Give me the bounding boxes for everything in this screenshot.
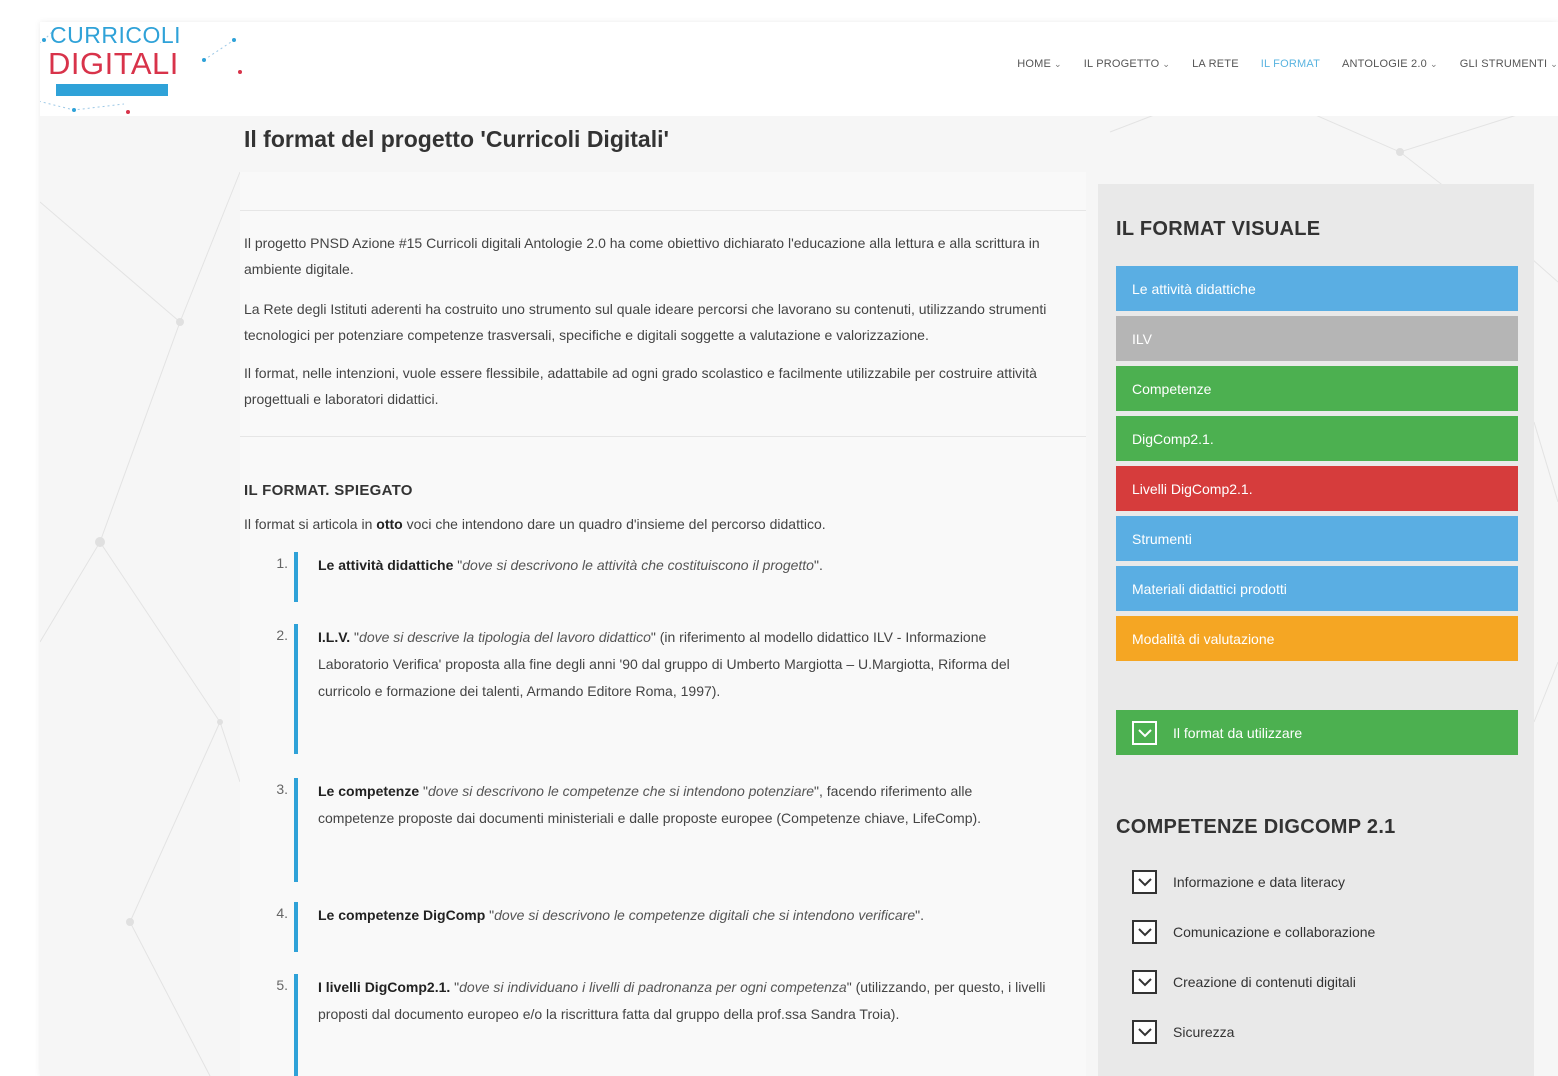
nav-gli-strumenti-label: GLI STRUMENTI bbox=[1459, 58, 1548, 70]
format-list-item: 2. I.L.V. "dove si descrive la tipologia… bbox=[268, 624, 1048, 754]
nav-la-rete-label: LA RETE bbox=[1192, 58, 1239, 70]
item-number: 2. bbox=[276, 627, 288, 643]
item-quote-open: " bbox=[450, 979, 460, 995]
nav-il-format-label: IL FORMAT bbox=[1260, 58, 1320, 70]
item-accent-bar bbox=[294, 552, 298, 602]
item-text: I livelli DigComp2.1. "dove si individua… bbox=[318, 974, 1048, 1076]
item-quote-open: " bbox=[350, 629, 360, 645]
item-number: 3. bbox=[276, 781, 288, 797]
item-quote-open: " bbox=[453, 557, 463, 573]
page-title: Il format del progetto 'Curricoli Digita… bbox=[244, 126, 669, 152]
item-accent-bar bbox=[294, 902, 298, 952]
item-accent-bar bbox=[294, 974, 298, 1076]
chevron-down-icon: ⌄ bbox=[1054, 58, 1062, 69]
competenza-label: Sicurezza bbox=[1173, 1024, 1235, 1040]
competenza-item-comunicazione[interactable]: Comunicazione e collaborazione bbox=[1132, 920, 1375, 944]
format-visuale-title: IL FORMAT VISUALE bbox=[1116, 218, 1321, 240]
intro-paragraph-3: Il format, nelle intenzioni, vuole esser… bbox=[244, 365, 1037, 407]
format-download-label: Il format da utilizzare bbox=[1173, 724, 1303, 741]
item-text: Le competenze "dove si descrivono le com… bbox=[318, 778, 1048, 882]
competenza-item-creazione[interactable]: Creazione di contenuti digitali bbox=[1132, 970, 1356, 994]
nav-gli-strumenti[interactable]: GLI STRUMENTI ⌄ bbox=[1460, 58, 1558, 70]
competenza-item-informazione[interactable]: Informazione e data literacy bbox=[1132, 870, 1345, 894]
format-intro-text: voci che intendono dare un quadro d'insi… bbox=[402, 516, 826, 532]
format-button-livelli[interactable]: Livelli DigComp2.1. bbox=[1116, 466, 1518, 511]
logo-line2: DIGITALI bbox=[48, 46, 179, 81]
chevron-down-icon: ⌄ bbox=[1550, 58, 1558, 69]
chevron-down-icon: ⌄ bbox=[1429, 58, 1438, 69]
format-button-attivita[interactable]: Le attività didattiche bbox=[1116, 266, 1518, 311]
item-description: dove si descrivono le competenze che si … bbox=[428, 783, 815, 799]
format-download-button[interactable]: Il format da utilizzare bbox=[1116, 710, 1518, 755]
item-title: Le attività didattiche bbox=[318, 557, 454, 573]
competenza-label: Informazione e data literacy bbox=[1173, 874, 1345, 890]
competenza-label: Creazione di contenuti digitali bbox=[1173, 974, 1356, 990]
format-list-item: 4. Le competenze DigComp "dove si descri… bbox=[268, 902, 1048, 952]
competenza-label: Comunicazione e collaborazione bbox=[1173, 924, 1376, 940]
format-intro: Il format si articola in otto voci che i… bbox=[244, 516, 826, 532]
divider bbox=[240, 210, 1086, 211]
item-quote-open: " bbox=[419, 783, 428, 799]
nav-la-rete[interactable]: LA RETE bbox=[1192, 58, 1239, 70]
logo-line1: CURRICOLI bbox=[50, 22, 182, 48]
main-nav: HOME ⌄ IL PROGETTO ⌄ LA RETE IL FORMAT ANT… bbox=[1017, 58, 1558, 70]
item-quote-open: " bbox=[485, 907, 495, 923]
format-button-digcomp[interactable]: DigComp2.1. bbox=[1116, 416, 1518, 461]
format-button-valutazione[interactable]: Modalità di valutazione bbox=[1116, 616, 1518, 661]
item-description: dove si descrivono le attività che costi… bbox=[462, 557, 814, 573]
competenze-digcomp-title: COMPETENZE DIGCOMP 2.1 bbox=[1116, 816, 1396, 838]
format-button-strumenti[interactable]: Strumenti bbox=[1116, 516, 1518, 561]
item-description: dove si descrivono le competenze digital… bbox=[494, 907, 916, 923]
item-number: 1. bbox=[276, 555, 288, 571]
chevron-down-icon bbox=[1132, 720, 1157, 745]
chevron-down-icon bbox=[1132, 1020, 1157, 1044]
item-accent-bar bbox=[294, 624, 298, 754]
main-content: Il progetto PNSD Azione #15 Curricoli di… bbox=[240, 172, 1086, 1076]
section-heading: IL FORMAT. SPIEGATO bbox=[244, 482, 413, 499]
nav-antologie-label: ANTOLOGIE 2.0 bbox=[1342, 58, 1427, 70]
logo-tagline-bar bbox=[56, 84, 168, 96]
nav-antologie[interactable]: ANTOLOGIE 2.0 ⌄ bbox=[1342, 58, 1438, 70]
item-title: I.L.V. bbox=[318, 629, 351, 645]
chevron-down-icon bbox=[1132, 870, 1157, 894]
item-description: dove si individuano i livelli di padrona… bbox=[459, 979, 847, 995]
item-detail: ". bbox=[915, 907, 924, 923]
nav-il-format[interactable]: IL FORMAT bbox=[1261, 58, 1320, 70]
nav-home-label: HOME bbox=[1017, 58, 1052, 70]
competenza-item-sicurezza[interactable]: Sicurezza bbox=[1132, 1020, 1234, 1044]
nav-il-progetto-label: IL PROGETTO bbox=[1083, 58, 1160, 70]
item-detail: ". bbox=[813, 557, 823, 573]
intro-paragraph-2: La Rete degli Istituti aderenti ha costr… bbox=[244, 301, 1047, 343]
chevron-down-icon: ⌄ bbox=[1162, 58, 1171, 69]
chevron-down-icon bbox=[1132, 970, 1157, 994]
curricoli-digitali-logo[interactable]: CURRICOLI DIGITALI bbox=[40, 22, 244, 120]
site-header: CURRICOLI DIGITALI HOME ⌄ IL PROGETTO ⌄ LA… bbox=[40, 22, 1558, 116]
item-title: Le competenze bbox=[318, 783, 420, 799]
format-button-ilv[interactable]: ILV bbox=[1116, 316, 1518, 361]
format-intro-bold: otto bbox=[376, 516, 403, 532]
format-intro-text: Il format si articola in bbox=[244, 516, 377, 532]
item-accent-bar bbox=[294, 778, 298, 882]
intro-paragraph-1: Il progetto PNSD Azione #15 Curricoli di… bbox=[244, 235, 1040, 277]
nav-il-progetto[interactable]: IL PROGETTO ⌄ bbox=[1084, 58, 1170, 70]
page-frame: CURRICOLI DIGITALI HOME ⌄ IL PROGETTO ⌄ LA… bbox=[40, 22, 1558, 1076]
item-title: I livelli DigComp2.1. bbox=[318, 979, 451, 995]
item-number: 5. bbox=[276, 977, 288, 993]
item-text: Le competenze DigComp "dove si descrivon… bbox=[318, 902, 1048, 952]
format-list-item: 3. Le competenze "dove si descrivono le … bbox=[268, 778, 1048, 882]
format-button-materiali[interactable]: Materiali didattici prodotti bbox=[1116, 566, 1518, 611]
format-button-competenze[interactable]: Competenze bbox=[1116, 366, 1518, 411]
nav-home[interactable]: HOME ⌄ bbox=[1017, 58, 1062, 70]
chevron-down-icon bbox=[1132, 920, 1157, 944]
format-list-item: 5. I livelli DigComp2.1. "dove si indivi… bbox=[268, 974, 1048, 1076]
item-text: Le attività didattiche "dove si descrivo… bbox=[318, 552, 1048, 602]
item-text: I.L.V. "dove si descrive la tipologia de… bbox=[318, 624, 1048, 754]
divider bbox=[240, 436, 1086, 437]
item-number: 4. bbox=[276, 905, 288, 921]
item-description: dove si descrive la tipologia del lavoro… bbox=[359, 629, 651, 645]
item-title: Le competenze DigComp bbox=[318, 907, 486, 923]
sidebar: IL FORMAT VISUALE Le attività didattiche… bbox=[1098, 184, 1534, 1076]
format-list-item: 1. Le attività didattiche "dove si descr… bbox=[268, 552, 1048, 602]
